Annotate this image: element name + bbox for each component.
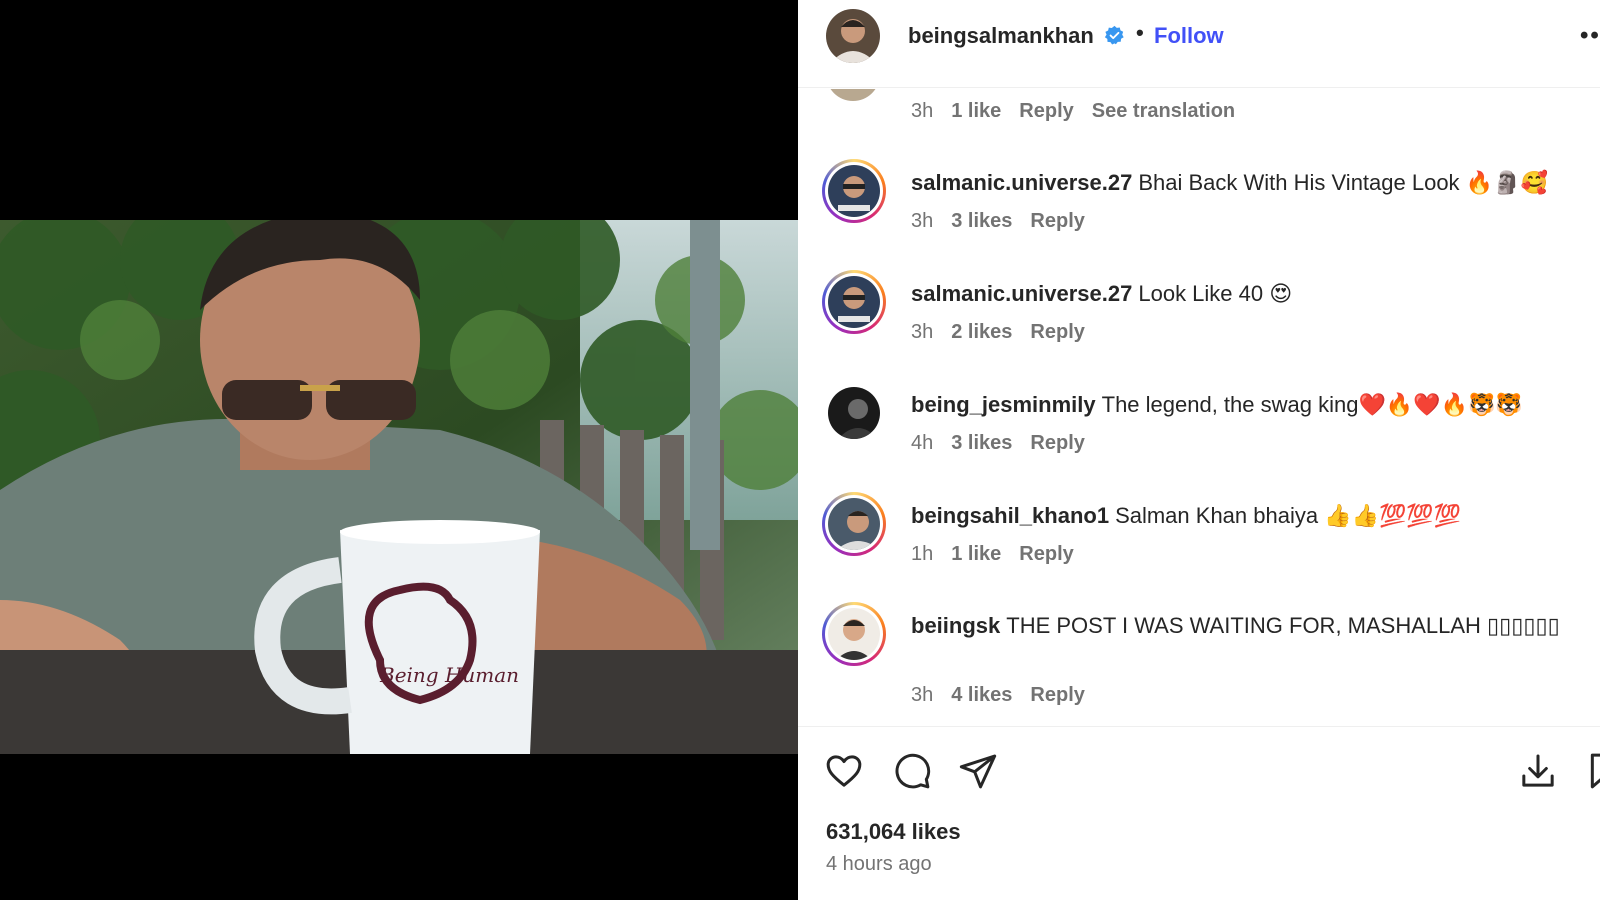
comment-text: Look Like 40 😍 — [1138, 281, 1293, 306]
heart-icon[interactable] — [824, 751, 864, 791]
header-separator: • — [1136, 20, 1144, 45]
comment-like-count[interactable]: 2 likes — [951, 321, 1012, 343]
comment-body: beiingsk THE POST I WAS WAITING FOR, MASH… — [911, 610, 1571, 641]
comment-text: Salman Khan bhaiya 👍👍💯💯💯 — [1115, 503, 1462, 528]
comment-reply-button[interactable]: Reply — [1019, 543, 1073, 565]
comment-body: being_jesminmily The legend, the swag kin… — [911, 389, 1571, 420]
comment-time: 3h — [911, 210, 934, 232]
comment-meta: 4h 3 likes Reply — [911, 432, 1103, 455]
comment-avatar[interactable] — [822, 270, 886, 334]
comment-meta: 3h 4 likes Reply — [911, 684, 1103, 707]
comment-like-count[interactable]: 4 likes — [951, 684, 1012, 706]
comment-time: 3h — [911, 321, 934, 343]
see-translation-button[interactable]: See translation — [1092, 100, 1235, 122]
paper-plane-icon[interactable] — [958, 751, 998, 791]
comment-username[interactable]: beiingsk — [911, 613, 1000, 638]
bookmark-icon[interactable] — [1584, 751, 1600, 791]
comment-username[interactable]: salmanic.universe.27 — [911, 170, 1132, 195]
follow-button[interactable]: Follow — [1154, 23, 1224, 49]
post-photo[interactable]: Being Human — [0, 220, 798, 754]
comment-body: salmanic.universe.27 Bhai Back With His V… — [911, 167, 1571, 198]
comment-username[interactable]: salmanic.universe.27 — [911, 281, 1132, 306]
comment-username[interactable]: being_jesminmily — [911, 392, 1096, 417]
post-header: beingsalmankhan • Follow •• — [798, 0, 1600, 88]
comment-time: 3h — [911, 100, 934, 122]
post-side-panel: beingsalmankhan • Follow •• 3h 1 like Repl… — [798, 0, 1600, 900]
comment-avatar[interactable] — [822, 159, 886, 223]
comment-avatar[interactable] — [822, 602, 886, 666]
author-avatar[interactable] — [826, 9, 880, 63]
comment-time: 4h — [911, 432, 934, 454]
comment-avatar[interactable] — [822, 492, 886, 556]
comment-bubble-icon[interactable] — [892, 751, 932, 791]
post-actions: 631,064 likes 4 hours ago — [798, 726, 1600, 900]
comment-text: Bhai Back With His Vintage Look 🔥🗿🥰 — [1138, 170, 1548, 195]
comment-like-count[interactable]: 3 likes — [951, 210, 1012, 232]
more-options-icon[interactable]: •• — [1580, 22, 1600, 50]
comment-avatar[interactable] — [822, 381, 886, 445]
post-timestamp[interactable]: 4 hours ago — [826, 853, 932, 876]
comment-reply-button[interactable]: Reply — [1030, 321, 1084, 343]
comment-reply-button[interactable]: Reply — [1030, 210, 1084, 232]
post-photo-illustration: Being Human — [0, 220, 798, 754]
comment-avatar[interactable] — [826, 89, 880, 101]
comment-meta: 3h 3 likes Reply — [911, 210, 1103, 233]
verified-badge-icon — [1104, 25, 1124, 45]
comment-body: salmanic.universe.27 Look Like 40 😍 — [911, 278, 1571, 309]
comment-like-count[interactable]: 3 likes — [951, 432, 1012, 454]
comment-time: 3h — [911, 684, 934, 706]
author-username[interactable]: beingsalmankhan — [908, 23, 1094, 49]
comment-like-count[interactable]: 1 like — [951, 100, 1001, 122]
comment-reply-button[interactable]: Reply — [1019, 100, 1073, 122]
comment-meta: 3h 2 likes Reply — [911, 321, 1103, 344]
comments-list[interactable]: 3h 1 like Reply See translation salmanic.un… — [798, 89, 1600, 724]
comment-like-count[interactable]: 1 like — [951, 543, 1001, 565]
download-icon[interactable] — [1518, 751, 1558, 791]
comment-text: THE POST I WAS WAITING FOR, MASHALLAH ▯▯… — [1006, 613, 1560, 638]
comment-reply-button[interactable]: Reply — [1030, 432, 1084, 454]
comment-body: beingsahil_khano1 Salman Khan bhaiya 👍👍💯💯… — [911, 500, 1571, 531]
comment-username[interactable]: beingsahil_khano1 — [911, 503, 1109, 528]
mug-text: Being Human — [379, 663, 519, 687]
comment-time: 1h — [911, 543, 934, 565]
comment-meta: 1h 1 like Reply — [911, 543, 1092, 566]
comment-text: The legend, the swag king❤️🔥❤️🔥🐯🐯 — [1101, 392, 1523, 417]
post-media-pane: Being Human — [0, 0, 798, 900]
comment-meta: 3h 1 like Reply See translation — [911, 100, 1253, 123]
post-like-count[interactable]: 631,064 likes — [826, 819, 961, 845]
comment-reply-button[interactable]: Reply — [1030, 684, 1084, 706]
